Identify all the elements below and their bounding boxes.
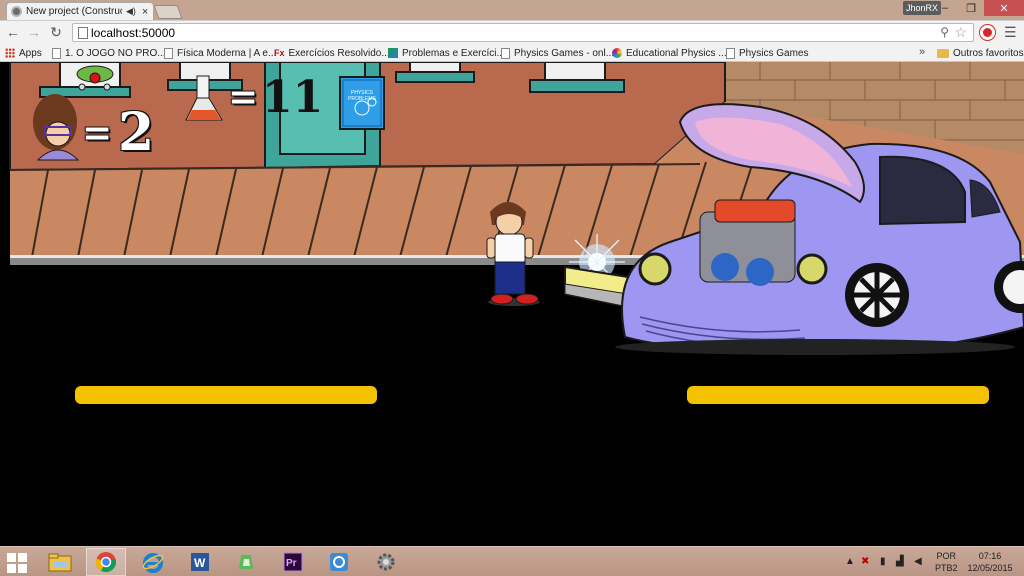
new-tab-button[interactable] (153, 5, 183, 19)
bookmark-exercicios[interactable]: Fx Exercícios Resolvido... (274, 46, 390, 60)
game-canvas[interactable]: = 2 = 11 PHYSICS PROBLEMS (0, 62, 1024, 546)
tab-title: New project (Construct (26, 6, 122, 17)
word-icon[interactable]: W (180, 548, 220, 576)
opera-extension-icon[interactable] (980, 25, 995, 40)
physics-book-icon (339, 76, 385, 130)
bookmark-fisica-moderna[interactable]: Física Moderna | A e... (164, 46, 276, 60)
screen: New project (Construct ◀) × JhonRX – ❐ ✕… (0, 0, 1024, 576)
lives-count: 2 (118, 102, 155, 163)
close-tab-icon[interactable]: × (142, 6, 148, 18)
address-url: localhost:50000 (91, 26, 176, 40)
apps-grid-icon (5, 48, 15, 58)
bookmark-label: 1. O JOGO NO PRO... (65, 47, 166, 59)
system-clock[interactable]: 07:16 12/05/2015 (962, 550, 1018, 574)
volume-icon[interactable]: ◀ (914, 556, 922, 567)
camtasia-icon[interactable] (226, 548, 266, 576)
folder-icon (937, 48, 949, 58)
bookmark-label: Apps (19, 47, 42, 59)
speaker-icon[interactable]: ◀) (126, 6, 136, 17)
forward-arrow-icon[interactable]: → (25, 23, 43, 41)
bookmark-label: Physics Games (739, 47, 809, 59)
browser-titlebar: New project (Construct ◀) × JhonRX – ❐ ✕ (0, 0, 1024, 20)
internet-explorer-icon[interactable] (133, 548, 173, 576)
svg-text:W: W (194, 556, 206, 570)
fx-icon: Fx (274, 48, 285, 58)
flasks-equals: = (228, 76, 259, 118)
lane-marking (687, 386, 989, 404)
bookmark-label: Educational Physics ... (626, 47, 727, 59)
start-button[interactable] (7, 553, 27, 573)
bookmarks-bar: Apps 1. O JOGO NO PRO... Física Moderna … (0, 43, 1024, 62)
page-icon (726, 47, 735, 59)
bookmark-other-favorites[interactable]: Outros favoritos (937, 46, 1024, 60)
lives-equals: = (82, 112, 113, 154)
browser-tab[interactable]: New project (Construct ◀) × (6, 2, 154, 20)
clock-time: 07:16 (978, 551, 1002, 561)
green-square-icon (388, 48, 398, 58)
bookmark-label: Exercícios Resolvido... (288, 47, 390, 59)
bookmark-star-icon[interactable]: ☆ (954, 24, 967, 41)
hamburger-menu-icon[interactable]: ☰ (1004, 24, 1017, 41)
browser-toolbar: ← → ↻ localhost:50000 ⚲ ☆ ☰ (0, 20, 1024, 43)
bookmark-problemas[interactable]: Problemas e Exercíci... (388, 46, 505, 60)
bookmark-physics-games-onl[interactable]: Physics Games - onl... (501, 46, 614, 60)
page-icon (164, 47, 173, 59)
settings-gear-icon[interactable] (366, 548, 406, 576)
bookmark-apps[interactable]: Apps (5, 46, 42, 60)
bookmark-label: Física Moderna | A e... (177, 47, 277, 59)
keyboard-layout: PTB2 (935, 563, 958, 573)
show-hidden-icons-icon[interactable]: ▲ (845, 556, 855, 567)
app-blue-icon[interactable] (319, 548, 359, 576)
taskbar: W Pr ▲ ✖ ▮ ▟ ◀ POR PTB2 07:16 12/05/2015 (0, 546, 1024, 576)
chrome-icon[interactable] (86, 548, 126, 576)
rainbow-icon (612, 48, 622, 58)
bookmark-jogo[interactable]: 1. O JOGO NO PRO... (52, 46, 166, 60)
signal-icon[interactable]: ▟ (896, 556, 904, 567)
construct-favicon-icon (11, 6, 22, 17)
language-code: POR (936, 551, 957, 561)
bookmarks-overflow-button[interactable]: » (919, 46, 925, 58)
flasks-count: 11 (262, 72, 324, 123)
search-icon[interactable]: ⚲ (940, 25, 949, 39)
page-icon (501, 47, 510, 59)
window-controls: – ❐ ✕ (932, 0, 1024, 16)
minimize-button[interactable]: – (932, 0, 958, 16)
svg-text:Pr: Pr (286, 558, 297, 569)
book-title: PHYSICS PROBLEMS (348, 90, 376, 102)
bookmark-physics-games[interactable]: Physics Games (726, 46, 808, 60)
page-icon (52, 47, 61, 59)
address-bar[interactable]: localhost:50000 ⚲ ☆ (72, 23, 974, 42)
bookmark-label: Outros favoritos (953, 47, 1024, 59)
battery-icon[interactable]: ▮ (880, 556, 886, 567)
bookmark-label: Problemas e Exercíci... (402, 47, 505, 59)
file-explorer-icon[interactable] (40, 548, 80, 576)
reload-icon[interactable]: ↻ (47, 23, 65, 41)
premiere-icon[interactable]: Pr (273, 548, 313, 576)
lane-marking (75, 386, 377, 404)
language-indicator[interactable]: POR PTB2 (935, 550, 958, 574)
close-window-button[interactable]: ✕ (984, 0, 1024, 16)
clock-date: 12/05/2015 (967, 563, 1013, 573)
back-arrow-icon[interactable]: ← (4, 23, 22, 41)
bookmark-label: Physics Games - onl... (514, 47, 615, 59)
page-icon (78, 27, 88, 39)
bookmark-educational-physics[interactable]: Educational Physics ... (612, 46, 727, 60)
network-error-icon[interactable]: ✖ (861, 556, 869, 567)
maximize-button[interactable]: ❐ (958, 0, 984, 16)
